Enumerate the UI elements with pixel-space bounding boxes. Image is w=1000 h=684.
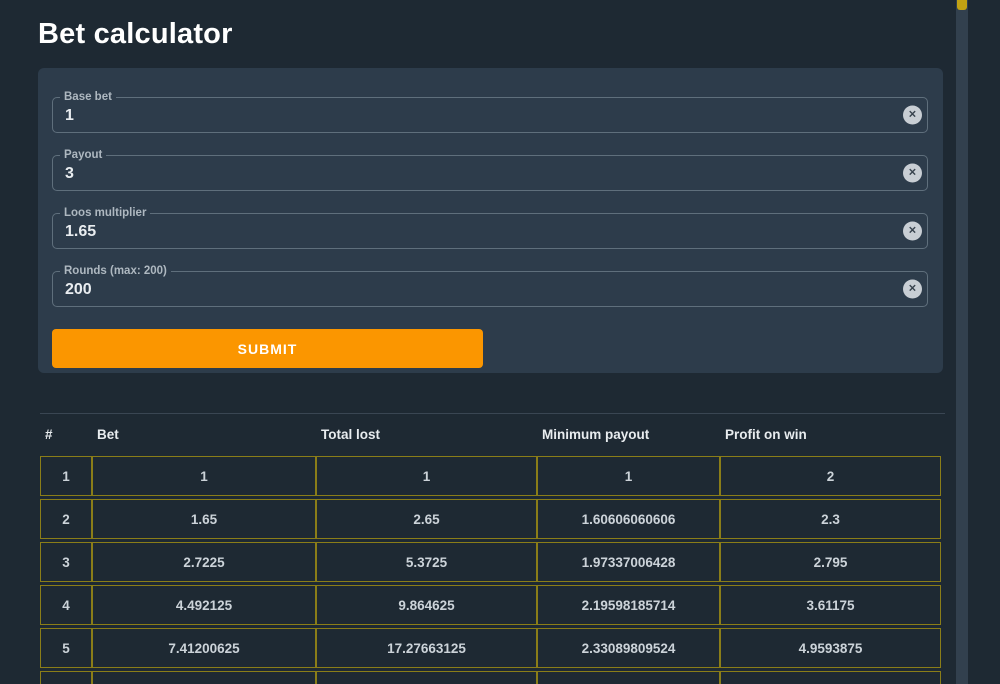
field-input[interactable] xyxy=(53,272,927,306)
input-field: Base bet✕ xyxy=(52,97,928,133)
field-input[interactable] xyxy=(53,214,927,248)
table-cell xyxy=(92,671,316,684)
x-circle-icon[interactable]: ✕ xyxy=(903,106,922,125)
table-cell: 1.97337006428 xyxy=(537,542,720,582)
input-field: Loos multiplier✕ xyxy=(52,213,928,249)
table-cell: 2.19598185714 xyxy=(537,585,720,625)
table-cell: 3.61175 xyxy=(720,585,941,625)
table-row: 11112 xyxy=(40,456,941,496)
table-cell: 2.795 xyxy=(720,542,941,582)
scrollbar-thumb[interactable] xyxy=(957,0,967,10)
table-cell: 2.33089809524 xyxy=(537,628,720,668)
table-cell: 1 xyxy=(316,456,537,496)
table-cell: 4.9593875 xyxy=(720,628,941,668)
field-input[interactable] xyxy=(53,156,927,190)
table-cell: 7.41200625 xyxy=(92,628,316,668)
table-cell: 5 xyxy=(40,628,92,668)
table-cell: 17.27663125 xyxy=(316,628,537,668)
table-cell: 1 xyxy=(537,456,720,496)
table-cell: 9.864625 xyxy=(316,585,537,625)
table-cell xyxy=(316,671,537,684)
input-field: Rounds (max: 200)✕ xyxy=(52,271,928,307)
table-row xyxy=(40,671,941,684)
table-cell: 4.492125 xyxy=(92,585,316,625)
table-cell: 3 xyxy=(40,542,92,582)
field-label: Rounds (max: 200) xyxy=(60,264,171,278)
bet-calculator-page: Bet calculator Base bet✕Payout✕Loos mult… xyxy=(0,0,1000,684)
table-row: 21.652.651.606060606062.3 xyxy=(40,499,941,539)
scrollbar-track[interactable] xyxy=(956,0,968,684)
column-header: Bet xyxy=(92,427,316,442)
column-header: # xyxy=(40,427,92,442)
field-input[interactable] xyxy=(53,98,927,132)
field-label: Loos multiplier xyxy=(60,206,150,220)
table-cell: 2.65 xyxy=(316,499,537,539)
column-header: Profit on win xyxy=(720,427,941,442)
x-circle-icon[interactable]: ✕ xyxy=(903,164,922,183)
table-cell: 1 xyxy=(92,456,316,496)
table-cell xyxy=(40,671,92,684)
table-cell: 4 xyxy=(40,585,92,625)
table-header-row: #BetTotal lostMinimum payoutProfit on wi… xyxy=(40,413,945,455)
field-label: Payout xyxy=(60,148,106,162)
table-cell: 2 xyxy=(720,456,941,496)
table-cell: 5.3725 xyxy=(316,542,537,582)
calculator-form-panel: Base bet✕Payout✕Loos multiplier✕Rounds (… xyxy=(38,68,943,373)
table-cell: 1 xyxy=(40,456,92,496)
input-field: Payout✕ xyxy=(52,155,928,191)
field-label: Base bet xyxy=(60,90,116,104)
table-cell: 2.3 xyxy=(720,499,941,539)
table-cell: 2 xyxy=(40,499,92,539)
form-fields: Base bet✕Payout✕Loos multiplier✕Rounds (… xyxy=(52,97,928,307)
x-circle-icon[interactable]: ✕ xyxy=(903,222,922,241)
x-circle-icon[interactable]: ✕ xyxy=(903,280,922,299)
table-cell xyxy=(720,671,941,684)
table-cell: 1.65 xyxy=(92,499,316,539)
table-cell: 2.7225 xyxy=(92,542,316,582)
page-title: Bet calculator xyxy=(38,18,233,51)
submit-button[interactable]: SUBMIT xyxy=(52,329,483,368)
column-header: Minimum payout xyxy=(537,427,720,442)
table-row: 57.4120062517.276631252.330898095244.959… xyxy=(40,628,941,668)
results-table: 1111221.652.651.606060606062.332.72255.3… xyxy=(40,453,941,684)
table-row: 32.72255.37251.973370064282.795 xyxy=(40,542,941,582)
table-row: 44.4921259.8646252.195981857143.61175 xyxy=(40,585,941,625)
table-cell: 1.60606060606 xyxy=(537,499,720,539)
table-cell xyxy=(537,671,720,684)
column-header: Total lost xyxy=(316,427,537,442)
table-body: 1111221.652.651.606060606062.332.72255.3… xyxy=(40,456,941,684)
